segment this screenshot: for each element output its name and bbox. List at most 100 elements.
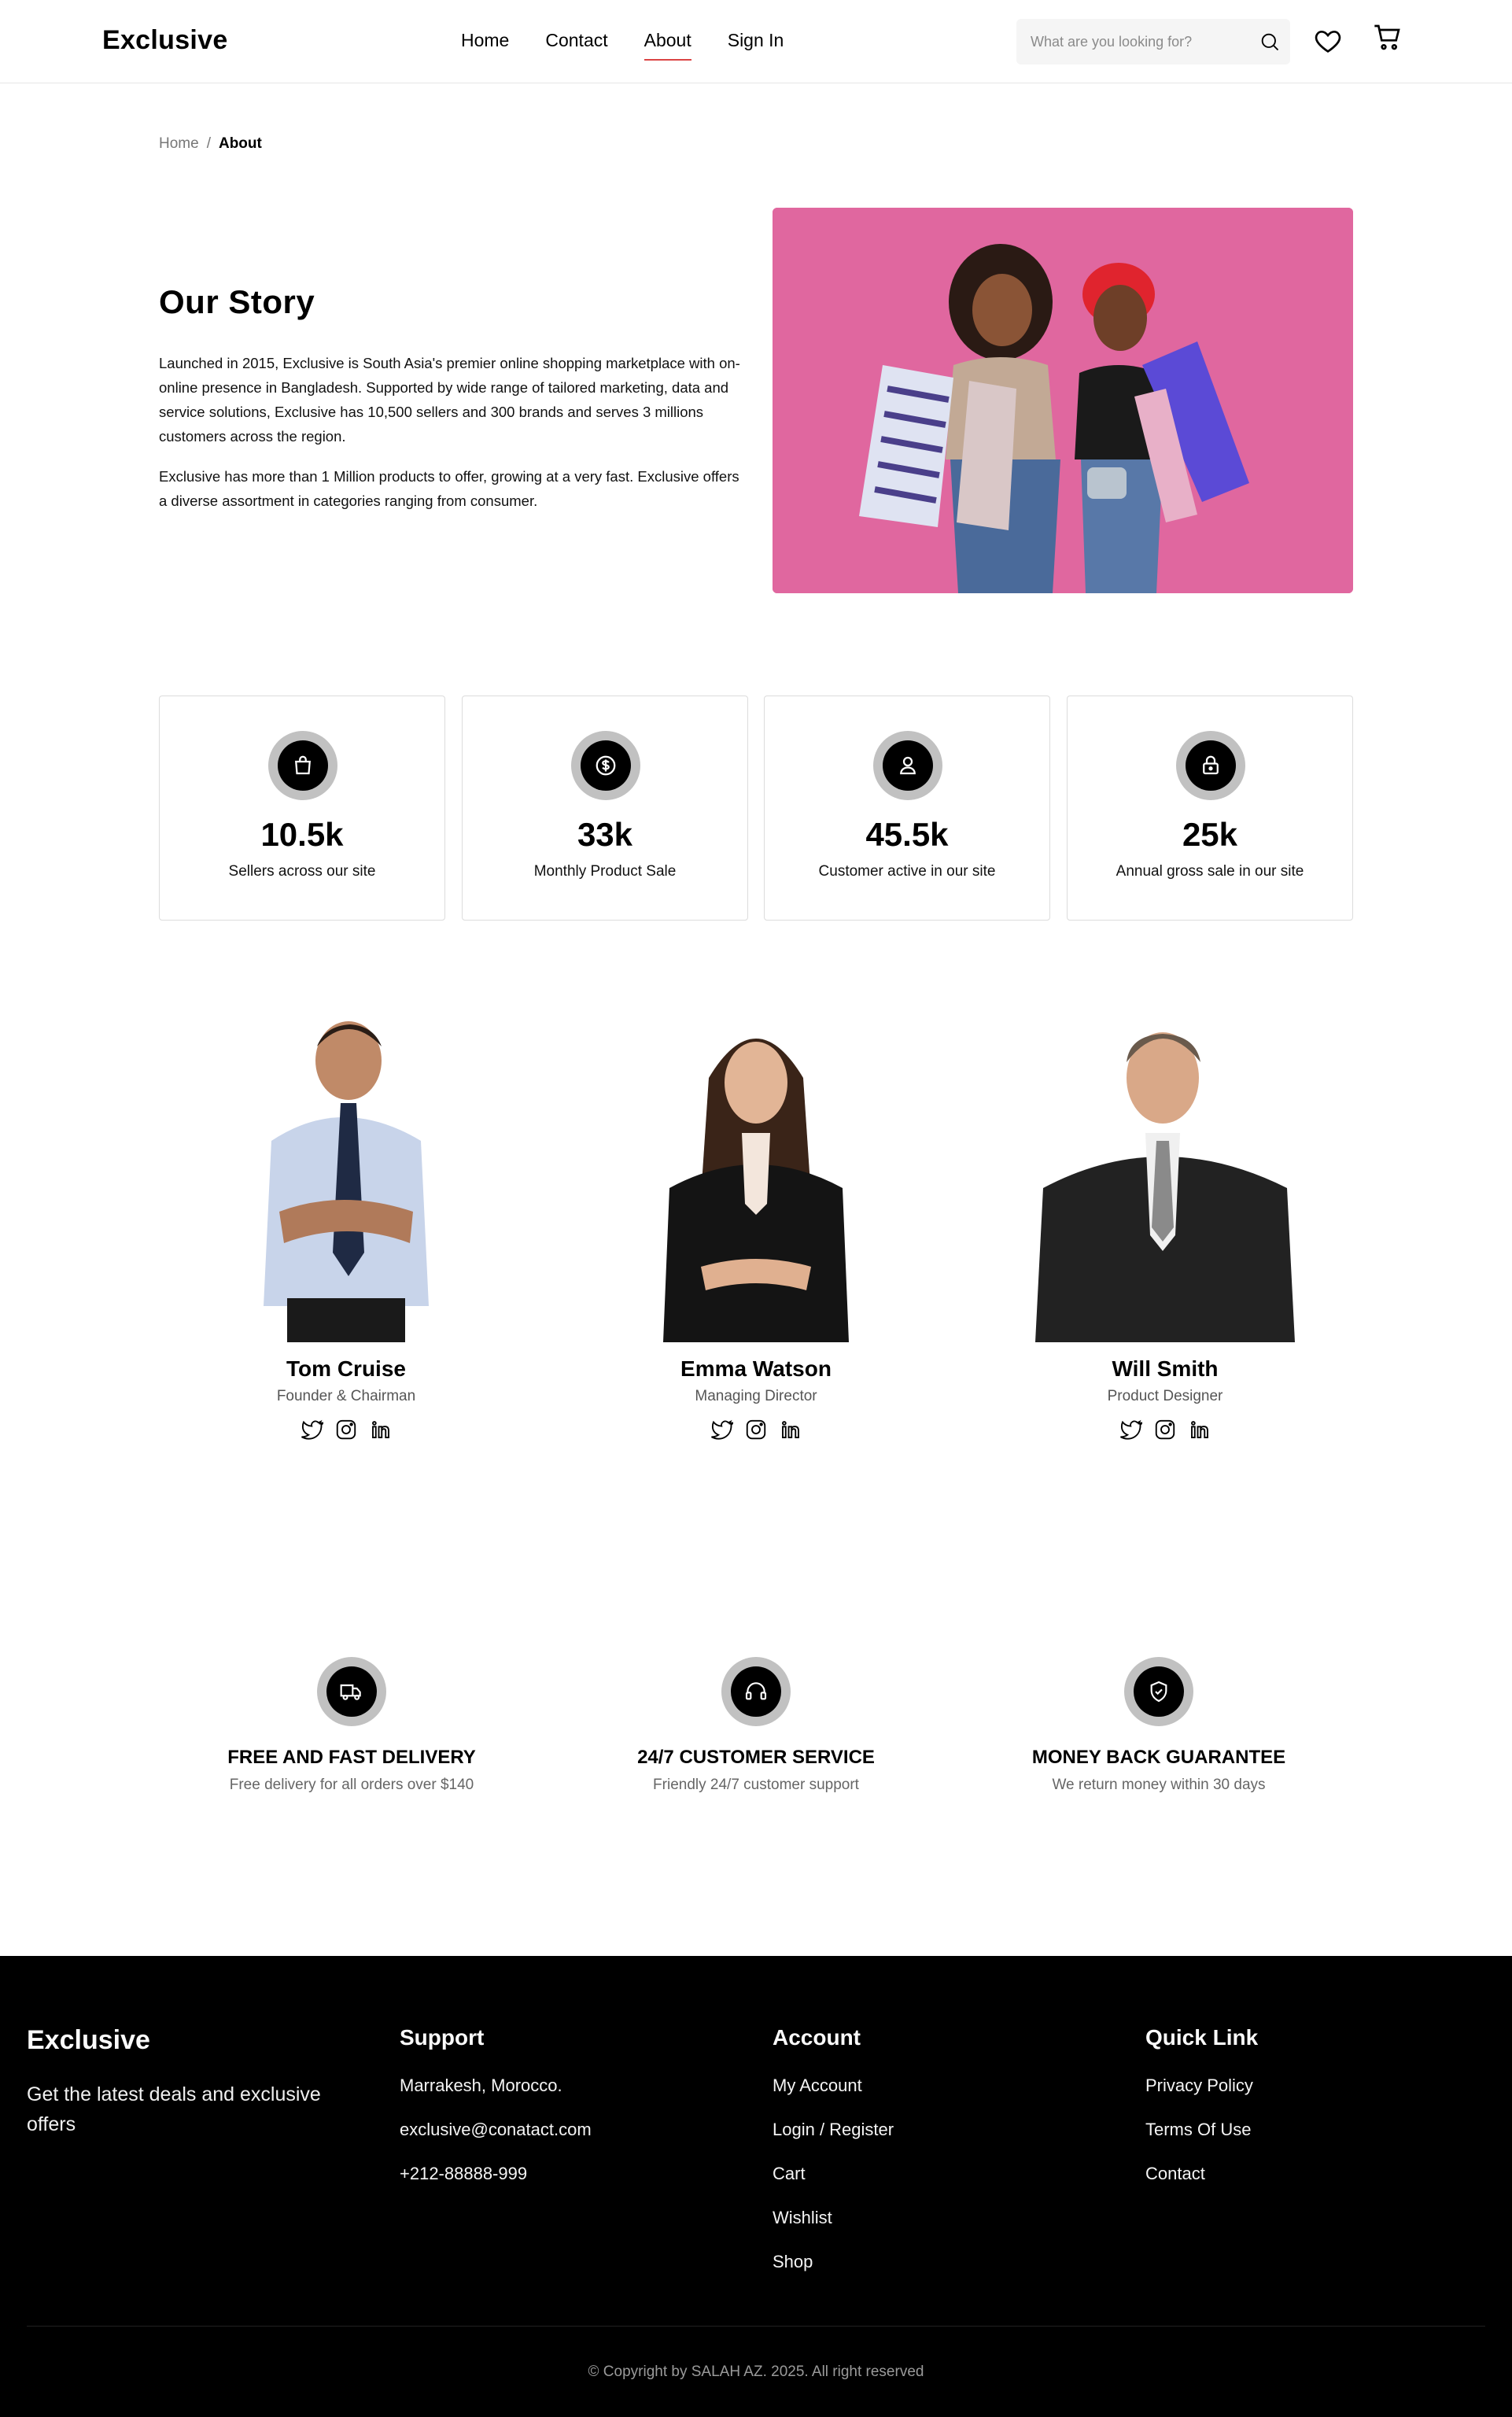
breadcrumb: Home / About [159, 135, 262, 153]
stat-label: Monthly Product Sale [533, 863, 677, 880]
shopping-bag-icon [278, 740, 328, 791]
footer-divider [27, 2326, 1485, 2327]
team-member-role: Managing Director [695, 1388, 817, 1404]
user-icon [883, 740, 933, 791]
copyright-text: © Copyright by SALAH AZ. 2025. All right… [588, 2363, 924, 2380]
story-paragraph-2: Exclusive has more than 1 Million produc… [159, 468, 739, 509]
footer-quick-link-heading: Quick Link [1145, 2025, 1259, 2050]
stat-icon-ring [571, 731, 640, 800]
search-input[interactable] [1031, 19, 1243, 65]
story-title: Our Story [159, 283, 315, 320]
footer-support-column: Support Marrakesh, Morocco. exclusive@co… [400, 2025, 592, 2208]
stat-value: 45.5k [865, 816, 949, 853]
footer-link-privacy-policy[interactable]: Privacy Policy [1145, 2076, 1258, 2096]
dollar-coin-icon [581, 740, 631, 791]
stat-card: 33k Monthly Product Sale [462, 696, 748, 921]
nav-about[interactable]: About [644, 30, 691, 61]
footer-link-contact[interactable]: Contact [1145, 2164, 1258, 2184]
main-nav: Home Contact About Sign In [461, 30, 784, 61]
nav-contact[interactable]: Contact [545, 30, 607, 54]
team-member-role: Product Designer [1107, 1388, 1223, 1404]
service-item: FREE AND FAST DELIVERY Free delivery for… [186, 1657, 517, 1794]
search-icon[interactable] [1259, 31, 1281, 53]
site-header: Exclusive Home Contact About Sign In [0, 0, 1512, 83]
headset-icon [731, 1666, 781, 1717]
nav-sign-in[interactable]: Sign In [728, 30, 784, 54]
footer-link-my-account[interactable]: My Account [773, 2076, 894, 2096]
stat-value: 25k [1182, 816, 1238, 853]
stat-label: Annual gross sale in our site [1116, 863, 1304, 880]
linkedin-icon[interactable] [1188, 1418, 1211, 1441]
stat-icon-ring [873, 731, 942, 800]
service-icon-ring [1124, 1657, 1193, 1726]
footer-link-login-register[interactable]: Login / Register [773, 2120, 894, 2140]
footer-link-terms-of-use[interactable]: Terms Of Use [1145, 2120, 1258, 2140]
stat-card: 10.5k Sellers across our site [159, 696, 445, 921]
instagram-icon[interactable] [334, 1418, 358, 1441]
team-member-card: Will Smith Product Designer [976, 1015, 1354, 1441]
service-title: FREE AND FAST DELIVERY [227, 1747, 476, 1768]
team-member-card: Tom Cruise Founder & Chairman [157, 1015, 535, 1441]
twitter-icon[interactable] [1119, 1418, 1144, 1441]
service-description: Friendly 24/7 customer support [653, 1777, 859, 1793]
service-description: Free delivery for all orders over $140 [229, 1777, 474, 1793]
wishlist-heart-icon[interactable] [1312, 25, 1344, 57]
stat-label: Customer active in our site [818, 863, 996, 880]
service-item: MONEY BACK GUARANTEE We return money wit… [994, 1657, 1324, 1794]
service-title: 24/7 CUSTOMER SERVICE [637, 1747, 875, 1768]
stat-card: 45.5k Customer active in our site [764, 696, 1050, 921]
footer-account-heading: Account [773, 2025, 861, 2050]
team-member-name: Tom Cruise [286, 1356, 406, 1381]
team-member-card: Emma Watson Managing Director [567, 1015, 945, 1441]
footer-link-shop[interactable]: Shop [773, 2252, 894, 2272]
footer-link-wishlist[interactable]: Wishlist [773, 2208, 894, 2228]
stat-value: 10.5k [260, 816, 344, 853]
story-paragraph-1: Launched in 2015, Exclusive is South Asi… [159, 355, 740, 445]
team-member-role: Founder & Chairman [276, 1388, 416, 1404]
service-item: 24/7 CUSTOMER SERVICE Friendly 24/7 cust… [591, 1657, 921, 1794]
footer-email[interactable]: exclusive@conatact.com [400, 2120, 592, 2140]
service-icon-ring [317, 1657, 386, 1726]
story-hero-image [773, 208, 1353, 593]
breadcrumb-current: About [218, 135, 262, 152]
lock-bag-icon [1186, 740, 1236, 791]
breadcrumb-home[interactable]: Home [159, 135, 199, 153]
footer-brand-column: Exclusive Get the latest deals and exclu… [27, 2025, 357, 2139]
team-member-photo [1027, 1015, 1303, 1342]
service-description: We return money within 30 days [1052, 1777, 1266, 1793]
search-box [1016, 19, 1290, 65]
team-member-socials [976, 1418, 1354, 1441]
team-member-name: Will Smith [1112, 1356, 1219, 1381]
team-member-photo [256, 1015, 437, 1342]
footer-support-heading: Support [400, 2025, 485, 2050]
instagram-icon[interactable] [1153, 1418, 1177, 1441]
team-member-name: Emma Watson [680, 1356, 832, 1381]
footer-quick-link-column: Quick Link Privacy Policy Terms Of Use C… [1145, 2025, 1258, 2208]
service-icon-ring [721, 1657, 791, 1726]
stat-value: 33k [577, 816, 633, 853]
breadcrumb-separator: / [206, 135, 211, 152]
site-logo[interactable]: Exclusive [102, 25, 228, 56]
footer-tagline: Get the latest deals and exclusive offer… [27, 2083, 321, 2135]
footer-logo[interactable]: Exclusive [27, 2025, 357, 2056]
stat-label: Sellers across our site [228, 863, 376, 880]
service-title: MONEY BACK GUARANTEE [1031, 1747, 1286, 1768]
twitter-icon[interactable] [710, 1418, 735, 1441]
delivery-truck-icon [326, 1666, 377, 1717]
footer-link-cart[interactable]: Cart [773, 2164, 894, 2184]
shield-check-icon [1134, 1666, 1184, 1717]
stat-icon-ring [268, 731, 337, 800]
nav-home[interactable]: Home [461, 30, 509, 54]
twitter-icon[interactable] [300, 1418, 325, 1441]
linkedin-icon[interactable] [369, 1418, 393, 1441]
team-member-socials [567, 1418, 945, 1441]
stat-icon-ring [1176, 731, 1245, 800]
site-footer: Exclusive Get the latest deals and exclu… [0, 1956, 1512, 2417]
footer-address: Marrakesh, Morocco. [400, 2076, 562, 2095]
cart-icon[interactable] [1372, 22, 1403, 54]
footer-phone[interactable]: +212-88888-999 [400, 2164, 592, 2184]
instagram-icon[interactable] [744, 1418, 768, 1441]
team-member-socials [157, 1418, 535, 1441]
linkedin-icon[interactable] [779, 1418, 802, 1441]
footer-account-column: Account My Account Login / Register Cart… [773, 2025, 894, 2296]
